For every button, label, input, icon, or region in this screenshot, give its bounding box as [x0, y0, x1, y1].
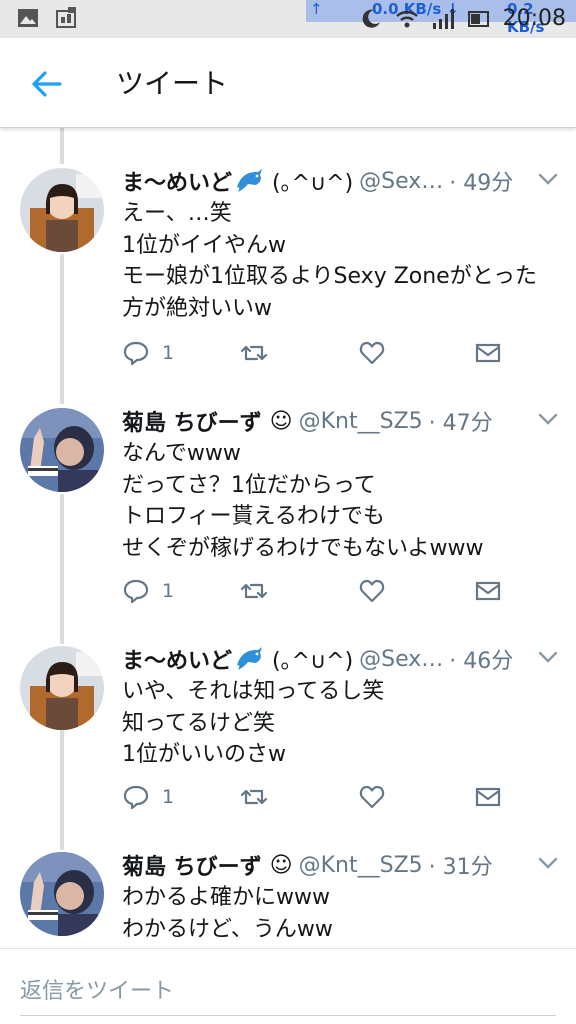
handle: @Sex… — [359, 168, 444, 194]
tweet[interactable]: 菊島 ちびーず ☺ @Knt__SZ5 · 31分 わかるよ確かにwww わかる… — [0, 848, 576, 948]
tweet-text: えー、…笑 1位がイイやんw モー娘が1位取るよりSexy Zoneがとった 方… — [122, 198, 537, 324]
reply-input[interactable]: 返信をツイート — [20, 973, 174, 1005]
display-name[interactable]: 菊島 ちびーず — [122, 849, 262, 881]
avatar-photo — [20, 408, 104, 492]
app-header: ツイート — [0, 38, 576, 128]
avatar-photo — [20, 852, 104, 936]
tweet-line: トロフィー貰えるわけでも — [122, 504, 385, 529]
envelope-icon — [475, 787, 501, 807]
like-button[interactable] — [358, 338, 386, 368]
tweet-thread: ま〜めいど (｡^∪^) @Sex… · 49分 えー、…笑 1位がイイやんw … — [0, 128, 576, 948]
tweet-line: えー、…笑 — [122, 201, 232, 226]
tweet-line: 方が絶対いいw — [122, 295, 272, 321]
tweet-line: だってさ？1位だからって — [122, 472, 376, 498]
retweet-button[interactable] — [240, 782, 268, 812]
direct-message-button[interactable] — [474, 338, 502, 368]
reply-bar: 返信をツイート — [0, 948, 576, 1024]
back-arrow-icon[interactable] — [26, 64, 66, 104]
tweet-line: わかるけど、うんww — [122, 916, 333, 942]
chevron-down-icon[interactable] — [538, 412, 558, 426]
tweet-actions: 1 — [122, 576, 522, 606]
reply-button[interactable]: 1 — [122, 576, 174, 606]
tweet-line: 知ってるけど笑 — [122, 710, 275, 736]
reply-icon — [123, 579, 149, 604]
status-bar: ↑ 0.0 KB/s ↓ 0.2 KB/s 20:08 — [0, 0, 576, 38]
battery-icon — [467, 10, 489, 27]
tweet[interactable]: ま〜めいど (｡^∪^) @Sex… · 49分 えー、…笑 1位がイイやんw … — [0, 164, 576, 404]
tweet[interactable]: 菊島 ちびーず ☺ @Knt__SZ5 · 47分 なんでwww だってさ？1位… — [0, 404, 576, 640]
retweet-button[interactable] — [240, 338, 268, 368]
timestamp: · 46分 — [449, 649, 514, 674]
timestamp: · 31分 — [428, 855, 493, 880]
network-up-arrow: ↑ — [310, 0, 323, 18]
reply-button[interactable]: 1 — [122, 338, 174, 368]
retweet-button[interactable] — [240, 576, 268, 606]
tweet-text: なんでwww だってさ？1位だからって トロフィー貰えるわけでも せくぞが稼げる… — [122, 438, 484, 564]
avatar-photo — [20, 646, 104, 730]
dolphin-icon — [237, 169, 263, 192]
reply-icon — [123, 341, 149, 366]
heart-icon — [359, 579, 385, 603]
heart-icon — [359, 341, 385, 365]
dolphin-icon — [237, 647, 263, 670]
handle: @Sex… — [359, 646, 444, 672]
chevron-down-icon[interactable] — [538, 172, 558, 186]
wifi-icon — [395, 10, 418, 27]
retweet-icon — [240, 789, 268, 805]
direct-message-button[interactable] — [474, 576, 502, 606]
avatar[interactable] — [20, 168, 104, 252]
display-name[interactable]: ま〜めいど — [122, 165, 232, 197]
tweet[interactable]: ま〜めいど (｡^∪^) @Sex… · 46分 いや、それは知ってるし笑 知っ… — [0, 642, 576, 848]
retweet-icon — [240, 345, 268, 361]
tweet-text: わかるよ確かにwww わかるけど、うんww — [122, 882, 333, 945]
reply-button[interactable]: 1 — [122, 782, 174, 812]
tweet-text: いや、それは知ってるし笑 知ってるけど笑 1位がいいのさw — [122, 676, 384, 771]
tweet-actions: 1 — [122, 338, 522, 368]
smiley-icon: ☺ — [269, 852, 293, 878]
handle: @Knt__SZ5 — [298, 852, 423, 878]
gallery-icon — [18, 9, 38, 27]
chevron-down-icon[interactable] — [538, 650, 558, 664]
avatar[interactable] — [20, 852, 104, 936]
display-name[interactable]: 菊島 ちびーず — [122, 405, 262, 437]
reply-icon — [123, 785, 149, 810]
tweet-line: いや、それは知ってるし笑 — [122, 679, 385, 704]
envelope-icon — [475, 581, 501, 601]
direct-message-button[interactable] — [474, 782, 502, 812]
retweet-icon — [240, 583, 268, 599]
tweet-line: 1位がいいのさw — [122, 742, 286, 767]
smiley-icon: ☺ — [269, 408, 293, 434]
tweet-line: なんでwww — [122, 441, 241, 466]
tweet-line: 1位がイイやんw — [122, 232, 286, 258]
timestamp: · 47分 — [428, 411, 493, 436]
timestamp: · 49分 — [449, 171, 514, 196]
reply-count: 1 — [162, 342, 175, 364]
reply-count: 1 — [162, 580, 175, 602]
tweet-line: わかるよ確かにwww — [122, 885, 330, 910]
tweet-line: モー娘が1位取るよりSexy Zoneがとった — [122, 264, 538, 289]
reply-count: 1 — [162, 786, 175, 808]
reply-input-underline — [20, 1015, 556, 1016]
handle: @Knt__SZ5 — [298, 408, 423, 434]
name-emoticon: (｡^∪^) — [272, 171, 354, 196]
like-button[interactable] — [358, 782, 386, 812]
like-button[interactable] — [358, 576, 386, 606]
tweet-actions: 1 — [122, 782, 522, 812]
page-title: ツイート — [116, 67, 229, 100]
avatar-photo — [20, 168, 104, 252]
chevron-down-icon[interactable] — [538, 856, 558, 870]
avatar[interactable] — [20, 646, 104, 730]
app-notification-icon — [56, 7, 76, 28]
tweet-line: せくぞが稼げるわけでもないよwww — [122, 535, 484, 561]
envelope-icon — [475, 343, 501, 363]
heart-icon — [359, 785, 385, 809]
thread-connector — [60, 128, 64, 164]
signal-icon — [432, 8, 454, 29]
name-emoticon: (｡^∪^) — [272, 649, 354, 674]
clock: 20:08 — [502, 6, 566, 31]
moon-icon — [362, 9, 380, 28]
display-name[interactable]: ま〜めいど — [122, 643, 232, 675]
avatar[interactable] — [20, 408, 104, 492]
